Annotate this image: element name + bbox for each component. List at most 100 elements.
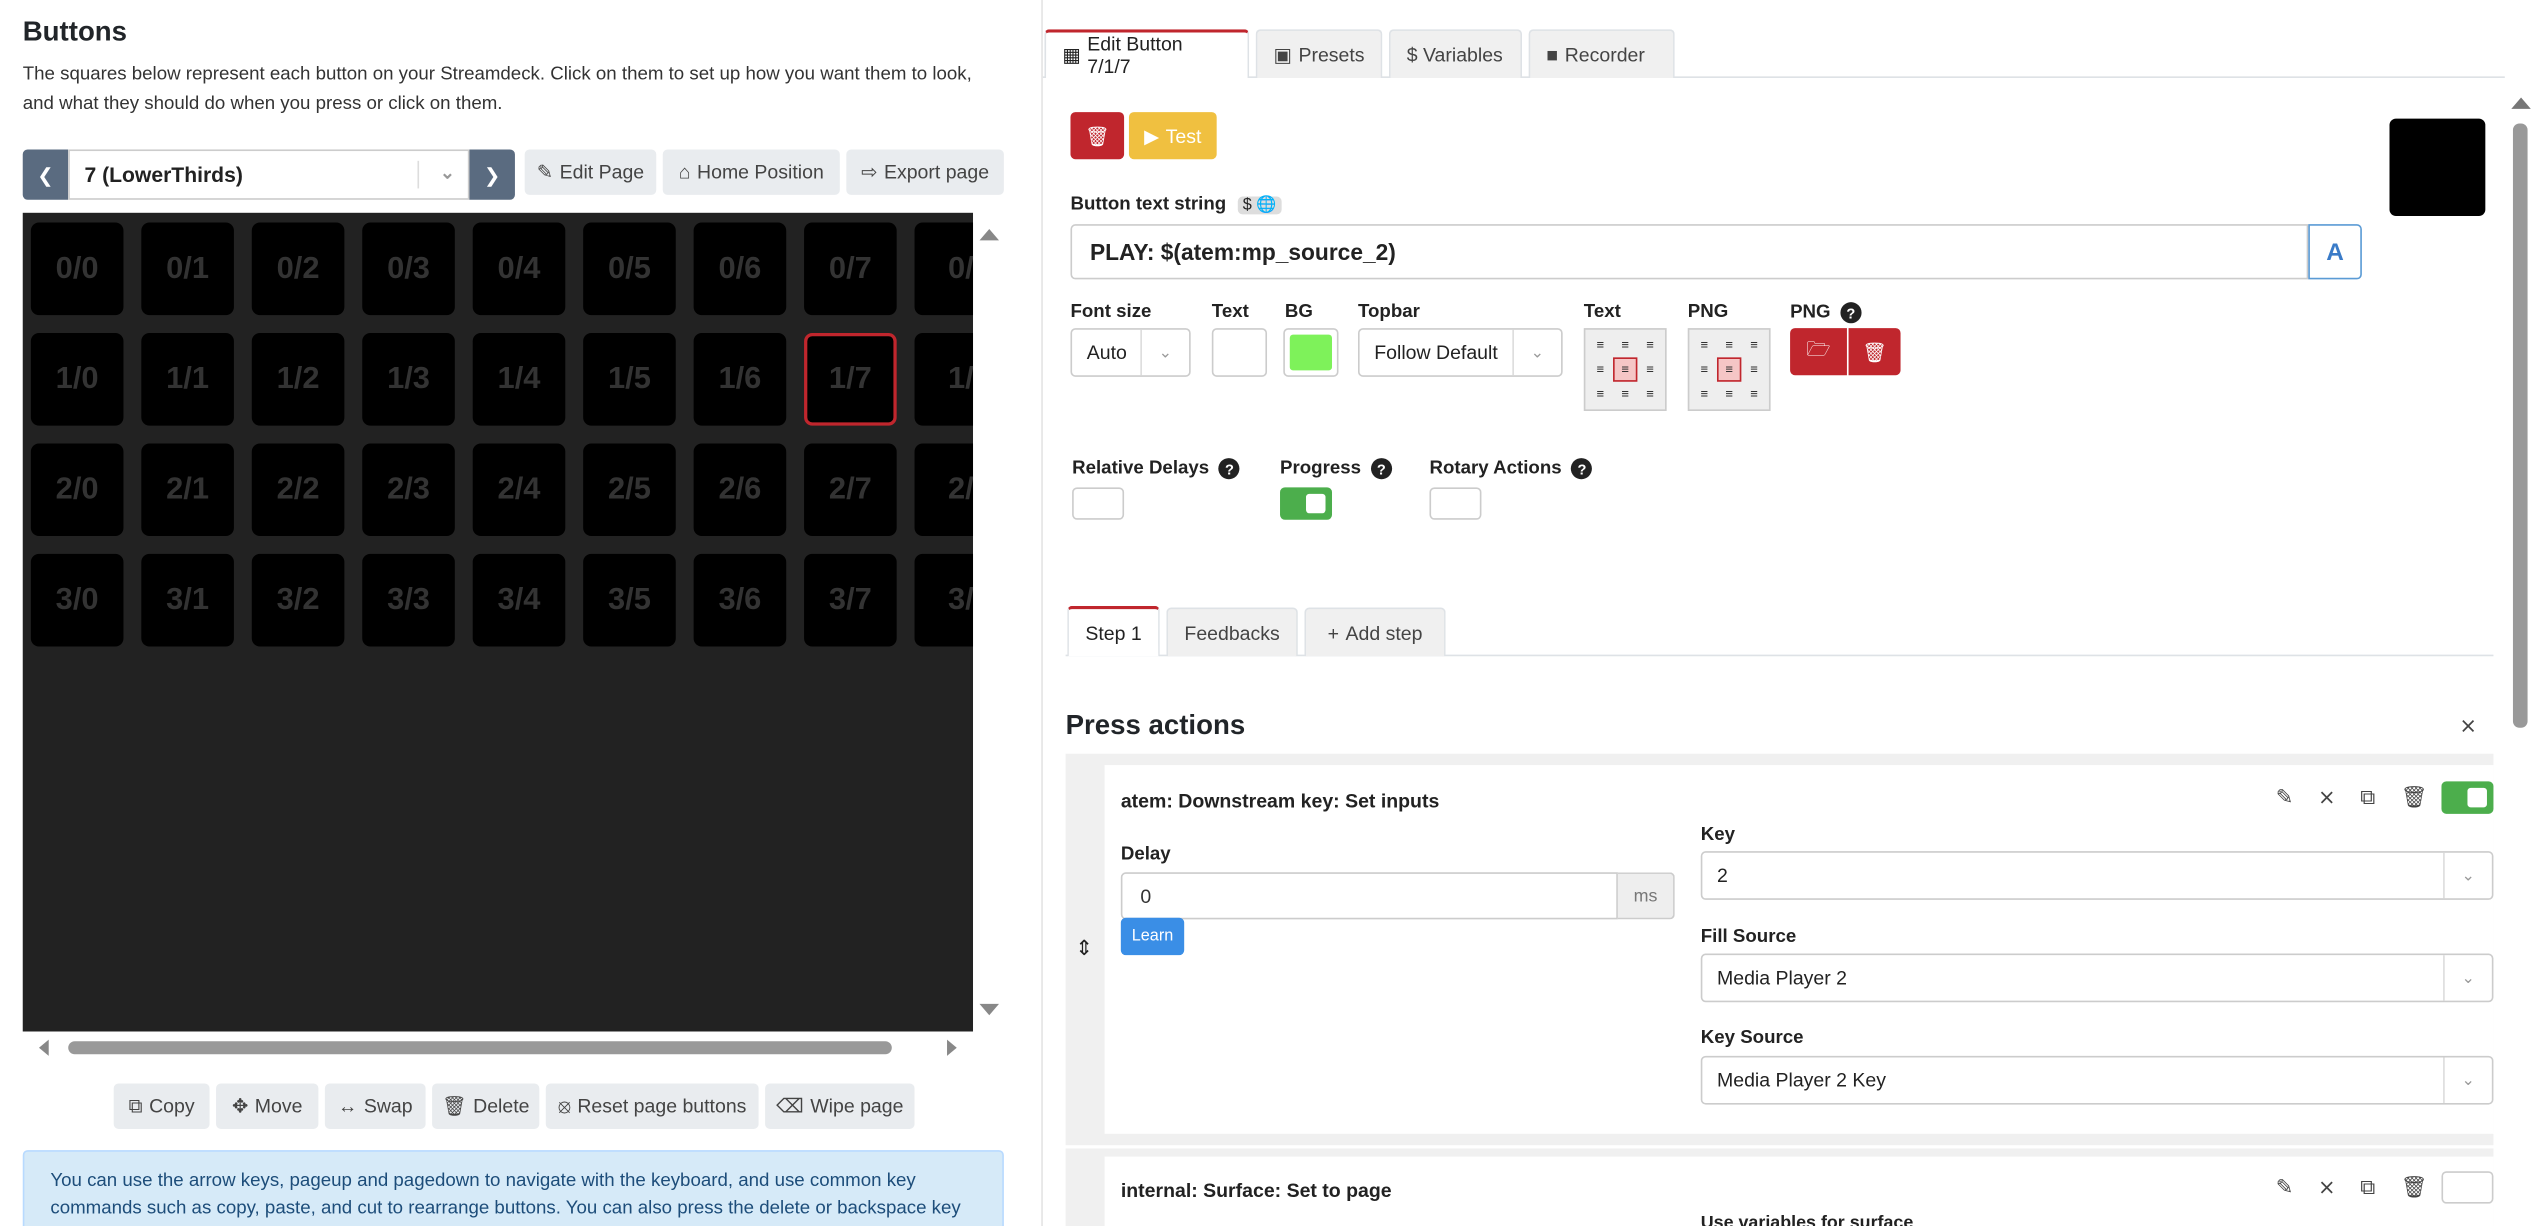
grid-button[interactable]: 0/0: [30, 222, 124, 316]
rotary-actions-toggle[interactable]: [1429, 487, 1482, 520]
learn-button[interactable]: Learn: [1120, 917, 1185, 956]
wipe-page-button[interactable]: ⌫ Wipe page: [765, 1083, 915, 1129]
grid-button[interactable]: 0/3: [362, 222, 455, 316]
trash-icon[interactable]: 🗑: [2401, 1174, 2428, 1200]
delete-button[interactable]: 🗑 Delete: [432, 1083, 540, 1129]
scroll-up-icon[interactable]: [979, 229, 1000, 241]
grid-button[interactable]: 0/1: [141, 222, 234, 316]
grid-scrollbar-horizontal[interactable]: [23, 1033, 973, 1061]
key-select[interactable]: 2 ⌄: [1700, 851, 2494, 900]
scroll-right-icon[interactable]: [947, 1039, 957, 1056]
home-position-button[interactable]: ⌂ Home Position: [662, 149, 840, 195]
font-format-button[interactable]: A: [2308, 224, 2362, 280]
tab-presets[interactable]: ▣ Presets: [1255, 29, 1383, 78]
trash-icon[interactable]: 🗑: [2401, 785, 2428, 811]
grid-button[interactable]: 3/1: [141, 553, 234, 647]
grid-scrollbar-vertical[interactable]: [974, 212, 1003, 1032]
tab-variables[interactable]: $ Variables: [1388, 29, 1523, 78]
collapse-all-icon[interactable]: ⨯: [2459, 713, 2477, 739]
duplicate-icon[interactable]: ⧉: [2360, 1174, 2375, 1200]
action-enabled-toggle[interactable]: [2441, 1171, 2494, 1204]
grid-button[interactable]: 0/2: [251, 222, 345, 316]
grid-button[interactable]: 0/5: [583, 222, 676, 316]
grid-button[interactable]: 1/4: [472, 333, 566, 426]
move-button[interactable]: ✥ Move: [216, 1083, 319, 1129]
grid-button[interactable]: 1/1: [141, 333, 234, 426]
grid-button[interactable]: 2/6: [693, 443, 787, 537]
delete-button-button[interactable]: 🗑: [1070, 112, 1125, 160]
tab-add-step[interactable]: + Add step: [1304, 607, 1446, 657]
grid-button[interactable]: 3/5: [583, 553, 676, 647]
help-icon[interactable]: ?: [1218, 458, 1241, 480]
edit-page-button[interactable]: ✎ Edit Page: [524, 149, 657, 195]
scroll-left-icon[interactable]: [38, 1039, 49, 1056]
key-source-select[interactable]: Media Player 2 Key ⌄: [1700, 1055, 2494, 1105]
test-button[interactable]: ▶ Test: [1128, 112, 1217, 160]
grid-button[interactable]: 2/7: [804, 443, 897, 537]
button-text-input[interactable]: PLAY: $(atem:mp_source_2): [1070, 224, 2309, 280]
tab-step-1[interactable]: Step 1: [1067, 605, 1160, 657]
panel-scrollbar[interactable]: [2508, 91, 2534, 1226]
font-size-select[interactable]: Auto ⌄: [1070, 328, 1191, 377]
collapse-icon[interactable]: ⨯: [2318, 785, 2336, 811]
grid-button[interactable]: 2/2: [251, 443, 345, 537]
png-alignment-grid[interactable]: ≡ ≡ ≡ ≡ ≡ ≡ ≡ ≡ ≡: [1687, 328, 1771, 411]
grid-button[interactable]: 2/3: [362, 443, 455, 537]
scroll-down-icon[interactable]: [979, 1003, 1000, 1016]
grid-button[interactable]: 2/1: [141, 443, 234, 537]
grid-button[interactable]: 1/6: [693, 333, 787, 426]
topbar-select[interactable]: Follow Default ⌄: [1357, 328, 1563, 377]
text-color-picker[interactable]: [1211, 328, 1268, 377]
collapse-icon[interactable]: ⨯: [2318, 1174, 2336, 1200]
help-icon[interactable]: ?: [1840, 302, 1862, 324]
grid-button[interactable]: 0/7: [804, 222, 897, 316]
prev-page-button[interactable]: ❮: [22, 149, 69, 200]
grid-button[interactable]: 2/: [914, 443, 974, 537]
duplicate-icon[interactable]: ⧉: [2360, 785, 2375, 811]
copy-button[interactable]: ⧉ Copy: [113, 1083, 210, 1129]
drag-handle-icon[interactable]: ⇕: [1075, 936, 1093, 962]
text-alignment-grid[interactable]: ≡ ≡ ≡ ≡ ≡ ≡ ≡ ≡ ≡: [1583, 328, 1667, 411]
grid-button[interactable]: 2/5: [583, 443, 676, 537]
reset-page-buttons-button[interactable]: ⦻ Reset page buttons: [545, 1083, 759, 1129]
grid-button[interactable]: 2/4: [472, 443, 566, 537]
grid-button[interactable]: 1/5: [583, 333, 676, 426]
swap-button[interactable]: ↔ Swap: [324, 1083, 426, 1129]
grid-button[interactable]: 3/: [914, 553, 974, 647]
action-enabled-toggle[interactable]: [2441, 781, 2494, 814]
bg-color-picker[interactable]: [1283, 328, 1339, 377]
grid-button[interactable]: 1/7: [804, 333, 897, 426]
help-icon[interactable]: ?: [1571, 458, 1593, 480]
grid-button[interactable]: 0/: [914, 222, 974, 316]
scroll-thumb[interactable]: [68, 1041, 892, 1055]
delay-input[interactable]: 0: [1120, 872, 1618, 920]
export-page-button[interactable]: ⇨ Export page: [846, 149, 1004, 195]
page-select[interactable]: 7 (LowerThirds) ⌄: [68, 149, 470, 200]
png-upload-button[interactable]: 🗁: [1790, 328, 1847, 376]
tab-recorder[interactable]: ■ Recorder: [1528, 29, 1675, 78]
grid-button[interactable]: 3/7: [804, 553, 897, 647]
scroll-thumb[interactable]: [2512, 123, 2528, 728]
grid-button[interactable]: 3/2: [251, 553, 345, 647]
png-clear-button[interactable]: 🗑: [1848, 328, 1901, 376]
fill-source-select[interactable]: Media Player 2 ⌄: [1700, 953, 2494, 1003]
tab-feedbacks[interactable]: Feedbacks: [1166, 607, 1298, 657]
help-icon[interactable]: ?: [1370, 458, 1392, 480]
grid-button[interactable]: 1/0: [30, 333, 124, 426]
scroll-up-icon[interactable]: [2511, 97, 2531, 109]
grid-button[interactable]: 3/3: [362, 553, 455, 647]
grid-button[interactable]: 2/0: [30, 443, 124, 537]
pencil-icon[interactable]: ✎: [2276, 785, 2294, 811]
grid-button[interactable]: 3/0: [30, 553, 124, 647]
grid-button[interactable]: 3/4: [472, 553, 566, 647]
pencil-icon[interactable]: ✎: [2276, 1174, 2294, 1200]
tab-edit-button[interactable]: ▦ Edit Button 7/1/7: [1044, 29, 1250, 78]
grid-button[interactable]: 0/6: [693, 222, 787, 316]
grid-button[interactable]: 1/: [914, 333, 974, 426]
relative-delays-toggle[interactable]: [1072, 487, 1125, 520]
grid-button[interactable]: 3/6: [693, 553, 787, 647]
grid-button[interactable]: 1/3: [362, 333, 455, 426]
grid-button[interactable]: 1/2: [251, 333, 345, 426]
progress-toggle[interactable]: [1280, 487, 1333, 520]
grid-button[interactable]: 0/4: [472, 222, 566, 316]
